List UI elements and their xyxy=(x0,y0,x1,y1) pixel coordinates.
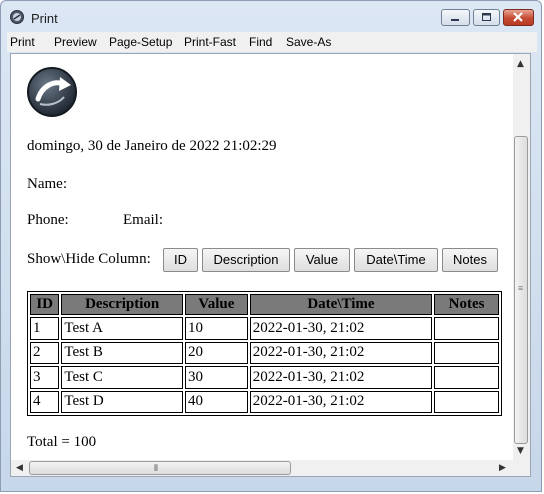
cell-id: 1 xyxy=(30,317,60,340)
cell-datetime: 2022-01-30, 21:02 xyxy=(249,341,433,364)
menu-page-setup[interactable]: Page-Setup xyxy=(109,35,172,49)
name-label: Name: xyxy=(27,176,67,192)
cell-description: Test B xyxy=(61,341,183,364)
logo-icon xyxy=(27,67,77,117)
print-preview-content: domingo, 30 de Janeiro de 2022 21:02:29 … xyxy=(11,54,513,460)
header-description: Description xyxy=(61,294,183,315)
table-row: 3 Test C 30 2022-01-30, 21:02 xyxy=(30,366,499,389)
cell-value: 20 xyxy=(184,341,248,364)
scroll-right-icon[interactable]: ▶ xyxy=(499,463,506,473)
window-title: Print xyxy=(31,11,58,26)
table-row: 2 Test B 20 2022-01-30, 21:02 xyxy=(30,341,499,364)
vertical-scrollbar[interactable]: ▲ ≡ ▼ xyxy=(513,54,530,460)
total-line: Total = 100 xyxy=(27,434,97,450)
print-window: Print Print Preview Page-Setup Print-Fas… xyxy=(0,0,542,492)
cell-value: 10 xyxy=(184,317,248,340)
toggle-value-button[interactable]: Value xyxy=(294,248,350,272)
cell-id: 2 xyxy=(30,341,60,364)
close-button[interactable] xyxy=(503,9,534,26)
header-id: ID xyxy=(30,294,60,315)
cell-value: 40 xyxy=(184,390,248,413)
vertical-scroll-thumb[interactable]: ≡ xyxy=(514,136,528,444)
grip-icon: ⦀ xyxy=(154,463,158,473)
horizontal-scrollbar[interactable]: ◀ ⦀ ▶ xyxy=(11,460,513,476)
toggle-id-button[interactable]: ID xyxy=(163,248,198,272)
date-line: domingo, 30 de Janeiro de 2022 21:02:29 xyxy=(27,138,277,154)
horizontal-scroll-thumb[interactable]: ⦀ xyxy=(29,461,291,475)
scrollbar-corner xyxy=(513,460,530,476)
minimize-icon xyxy=(451,19,459,21)
scroll-up-icon[interactable]: ▲ xyxy=(517,59,524,69)
cell-datetime: 2022-01-30, 21:02 xyxy=(249,317,433,340)
menu-bar: Print Preview Page-Setup Print-Fast Find… xyxy=(7,32,537,52)
email-label: Email: xyxy=(123,212,163,228)
cell-description: Test A xyxy=(61,317,183,340)
menu-preview[interactable]: Preview xyxy=(54,35,97,49)
menu-save-as[interactable]: Save-As xyxy=(286,35,331,49)
phone-label: Phone: xyxy=(27,212,69,228)
table-row: 4 Test D 40 2022-01-30, 21:02 xyxy=(30,390,499,413)
menu-print[interactable]: Print xyxy=(10,35,35,49)
header-datetime: Date\Time xyxy=(249,294,433,315)
scroll-down-icon[interactable]: ▼ xyxy=(517,446,524,456)
cell-datetime: 2022-01-30, 21:02 xyxy=(249,390,433,413)
table-header-row: ID Description Value Date\Time Notes xyxy=(30,294,499,315)
toggle-description-button[interactable]: Description xyxy=(202,248,290,272)
minimize-button[interactable] xyxy=(441,9,470,26)
cell-value: 30 xyxy=(184,366,248,389)
table-row: 1 Test A 10 2022-01-30, 21:02 xyxy=(30,317,499,340)
cell-id: 4 xyxy=(30,390,60,413)
title-bar[interactable]: Print xyxy=(1,1,541,31)
scroll-left-icon[interactable]: ◀ xyxy=(16,463,23,473)
header-notes: Notes xyxy=(434,294,499,315)
cell-datetime: 2022-01-30, 21:02 xyxy=(249,366,433,389)
toggle-notes-button[interactable]: Notes xyxy=(442,248,498,272)
maximize-button[interactable] xyxy=(473,9,500,26)
cell-notes xyxy=(434,341,499,364)
app-icon xyxy=(10,10,24,24)
menu-print-fast[interactable]: Print-Fast xyxy=(184,35,236,49)
cell-notes xyxy=(434,390,499,413)
cell-description: Test C xyxy=(61,366,183,389)
close-icon xyxy=(513,12,523,22)
maximize-icon xyxy=(482,13,491,21)
data-table: ID Description Value Date\Time Notes 1 T… xyxy=(27,291,502,416)
cell-notes xyxy=(434,317,499,340)
cell-description: Test D xyxy=(61,390,183,413)
grip-icon: ≡ xyxy=(518,283,524,293)
document-view: domingo, 30 de Janeiro de 2022 21:02:29 … xyxy=(10,53,531,477)
menu-find[interactable]: Find xyxy=(249,35,272,49)
show-hide-label: Show\Hide Column: xyxy=(27,251,151,267)
cell-notes xyxy=(434,366,499,389)
cell-id: 3 xyxy=(30,366,60,389)
header-value: Value xyxy=(184,294,248,315)
toggle-datetime-button[interactable]: Date\Time xyxy=(354,248,438,272)
